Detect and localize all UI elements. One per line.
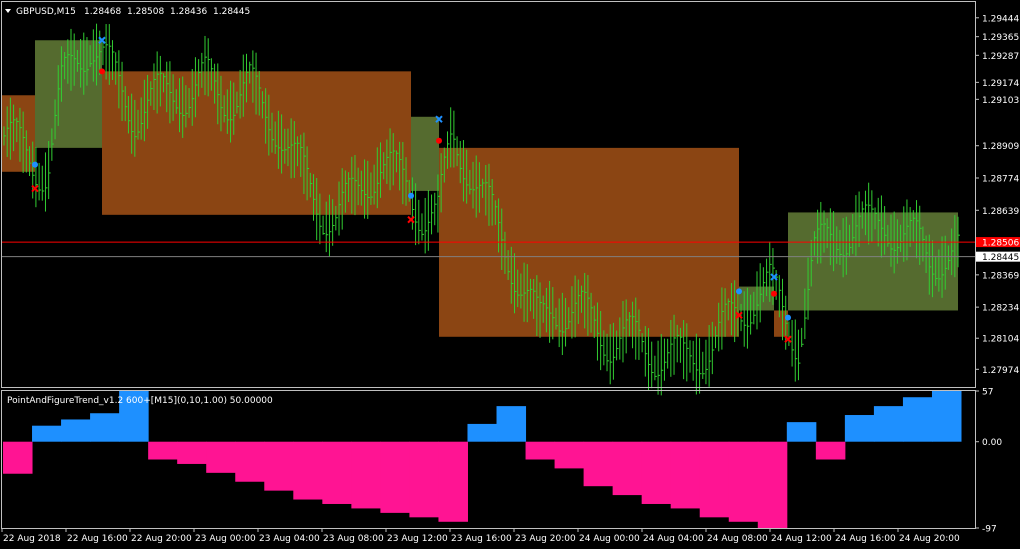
- indicator-tick-label: 0.00: [982, 438, 1002, 448]
- histogram-bar: [612, 441, 643, 496]
- time-tick-label: 23 Aug 16:00: [451, 534, 512, 544]
- price-tick-label: 1.27974: [982, 366, 1019, 376]
- chart-stage: 1.29444 1.29365 1.29287 1.29174 1.29103 1.289…: [0, 0, 1020, 549]
- histogram-bar: [235, 441, 265, 482]
- price-tick-label: 1.29287: [982, 52, 1019, 62]
- time-tick-label: 24 Aug 00:00: [579, 534, 640, 544]
- time-tick-label: 23 Aug 04:00: [259, 534, 320, 544]
- ohlc-high: 1.28508: [127, 7, 164, 17]
- price-tick-label: 1.28774: [982, 175, 1019, 185]
- histogram-bar: [177, 441, 207, 464]
- histogram-bar: [148, 441, 178, 460]
- histogram-bar: [554, 441, 585, 469]
- histogram-bar: [496, 406, 527, 442]
- price-tick-label: 1.28909: [982, 142, 1019, 152]
- blue-dot-marker: [32, 161, 38, 168]
- time-tick-label: 23 Aug 00:00: [195, 534, 256, 544]
- time-tick-label: 24 Aug 20:00: [899, 534, 960, 544]
- blue-dot-marker: [736, 288, 742, 295]
- pnf-brick-up: [411, 116, 439, 191]
- indicator-tick-label: -97: [982, 525, 997, 535]
- red-dot-marker: [436, 137, 442, 144]
- time-tick-label: 24 Aug 16:00: [835, 534, 896, 544]
- histogram-bar: [670, 441, 701, 509]
- histogram-bar: [873, 406, 904, 442]
- histogram-bar: [844, 415, 875, 442]
- ohlc-open: 1.28468: [84, 7, 121, 17]
- red-price-label: 1.28506: [982, 239, 1019, 249]
- ohlc-close: 1.28445: [213, 7, 250, 17]
- bid-price-label: 1.28445: [982, 253, 1019, 263]
- price-tick-label: 1.28369: [982, 271, 1019, 281]
- symbol-label: GBPUSD,M15: [16, 7, 76, 17]
- pnf-brick-up: [35, 40, 102, 148]
- price-tick-label: 1.28234: [982, 304, 1019, 314]
- blue-dot-marker: [408, 192, 414, 199]
- price-tick-label: 1.28104: [982, 335, 1019, 345]
- histogram-bar: [293, 441, 323, 500]
- histogram-bar: [438, 441, 468, 522]
- histogram-bar: [264, 441, 294, 491]
- price-tick-label: 1.29444: [982, 14, 1019, 24]
- histogram-bar: [641, 441, 672, 504]
- histogram-bar: [728, 441, 759, 522]
- ohlc-low: 1.28436: [170, 7, 207, 17]
- histogram-bar: [90, 413, 120, 442]
- price-tick-label: 1.29103: [982, 96, 1019, 106]
- histogram-bar: [815, 441, 846, 460]
- histogram-bar: [380, 441, 410, 513]
- time-tick-label: 23 Aug 12:00: [387, 534, 448, 544]
- time-tick-label: 23 Aug 08:00: [323, 534, 384, 544]
- histogram-bar: [931, 391, 962, 442]
- price-tick-label: 1.29174: [982, 79, 1019, 89]
- time-tick-label: 22 Aug 20:00: [131, 534, 192, 544]
- indicator-tick-label: 57: [982, 388, 993, 398]
- time-tick-label: 24 Aug 04:00: [643, 534, 704, 544]
- time-tick-label: 24 Aug 08:00: [707, 534, 768, 544]
- price-tick-label: 1.29365: [982, 33, 1019, 43]
- price-tick-label: 1.28639: [982, 207, 1019, 217]
- histogram-bar: [409, 441, 439, 518]
- histogram-bar: [583, 441, 614, 487]
- histogram-bar: [786, 422, 817, 442]
- histogram-bar: [322, 441, 352, 504]
- time-tick-label: 23 Aug 20:00: [515, 534, 576, 544]
- time-tick-label: 22 Aug 16:00: [67, 534, 128, 544]
- blue-dot-marker: [785, 314, 791, 321]
- histogram-bar: [699, 441, 730, 518]
- histogram-bar: [61, 419, 91, 442]
- histogram-bar: [525, 441, 556, 460]
- red-dot-marker: [99, 68, 105, 75]
- histogram-bar: [32, 425, 62, 442]
- indicator-title: PointAndFigureTrend_v1.2 600+[M15](0,10,…: [7, 396, 273, 406]
- histogram-bar: [351, 441, 381, 509]
- histogram-bar: [757, 441, 788, 528]
- time-tick-label: 22 Aug 2018: [3, 534, 61, 544]
- histogram-bar: [902, 397, 933, 442]
- chart-header: GBPUSD,M15 1.28468 1.28508 1.28436 1.284…: [5, 7, 250, 17]
- time-tick-label: 24 Aug 12:00: [771, 534, 832, 544]
- histogram-bar: [206, 441, 236, 473]
- histogram-bar: [467, 423, 498, 442]
- histogram-bar: [3, 441, 33, 474]
- red-dot-marker: [771, 290, 777, 297]
